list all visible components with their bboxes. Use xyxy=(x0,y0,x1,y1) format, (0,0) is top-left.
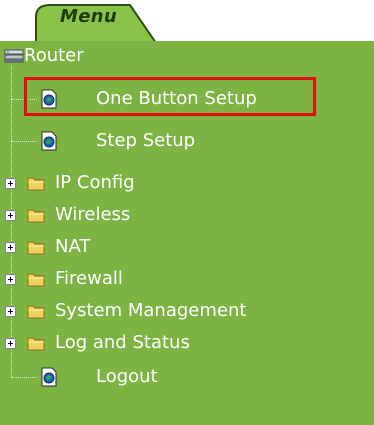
menu-folder-nat[interactable]: NAT xyxy=(0,232,220,262)
expand-plus-icon[interactable] xyxy=(5,274,16,285)
expand-plus-icon[interactable] xyxy=(5,178,16,189)
menu-folder-label: Log and Status xyxy=(55,332,190,353)
document-icon xyxy=(41,367,57,387)
folder-icon xyxy=(27,337,45,351)
menu-folder-ip-config[interactable]: IP Config xyxy=(0,168,220,198)
menu-folder-label: Wireless xyxy=(55,204,131,225)
expand-plus-icon[interactable] xyxy=(5,306,16,317)
tree-root-label: Router xyxy=(24,45,84,66)
tree-root-router[interactable]: Router xyxy=(0,41,140,71)
menu-folder-label: Firewall xyxy=(55,268,123,289)
menu-item-label: Logout xyxy=(96,366,158,387)
menu-folder-system-management[interactable]: System Management xyxy=(0,296,330,326)
menu-folder-label: IP Config xyxy=(55,172,135,193)
expand-plus-icon[interactable] xyxy=(5,242,16,253)
menu-item-step-setup[interactable]: Step Setup xyxy=(30,126,250,156)
folder-icon xyxy=(27,273,45,287)
menu-item-label: Step Setup xyxy=(96,130,196,151)
menu-tab-label: Menu xyxy=(60,6,117,27)
document-icon xyxy=(41,131,57,151)
menu-folder-log-and-status[interactable]: Log and Status xyxy=(0,328,280,358)
menu-tab[interactable]: Menu xyxy=(34,3,159,43)
folder-icon xyxy=(27,209,45,223)
menu-folder-firewall[interactable]: Firewall xyxy=(0,264,220,294)
expand-plus-icon[interactable] xyxy=(5,338,16,349)
menu-folder-wireless[interactable]: Wireless xyxy=(0,200,220,230)
folder-icon xyxy=(27,305,45,319)
expand-plus-icon[interactable] xyxy=(5,210,16,221)
menu-folder-label: System Management xyxy=(55,300,247,321)
folder-icon xyxy=(27,177,45,191)
router-icon xyxy=(4,49,24,63)
menu-item-logout[interactable]: Logout xyxy=(30,362,230,392)
highlight-box xyxy=(24,77,316,116)
folder-icon xyxy=(27,241,45,255)
menu-folder-label: NAT xyxy=(55,236,91,257)
